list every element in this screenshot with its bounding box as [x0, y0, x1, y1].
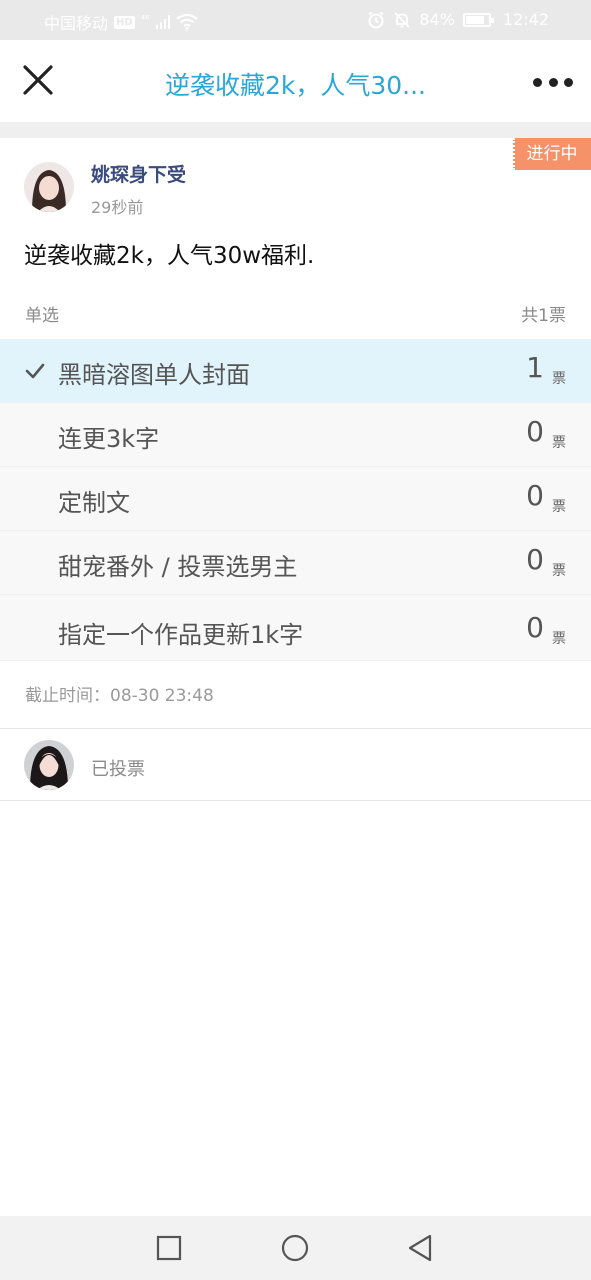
app-header: 逆袭收藏2k，人气30...: [0, 40, 591, 122]
clock: 12:42: [502, 10, 549, 29]
close-icon: [23, 65, 53, 95]
circle-icon: [281, 1234, 309, 1262]
voter-status: 已投票: [91, 759, 145, 780]
home-button[interactable]: [281, 1234, 309, 1262]
square-icon: [156, 1235, 182, 1261]
poll-deadline: 截止时间：08-30 23:48: [25, 686, 214, 706]
check-icon: [25, 363, 45, 379]
close-button[interactable]: [22, 64, 54, 96]
poll-option-label: 指定一个作品更新1k字: [58, 621, 304, 649]
more-dot: [533, 77, 542, 87]
network-type-label: ⁴⁶: [140, 12, 150, 26]
more-dot: [548, 77, 558, 87]
post-time: 29秒前: [91, 198, 144, 217]
page-title: 逆袭收藏2k，人气30...: [164, 71, 427, 100]
poll-status-badge: 进行中: [513, 138, 591, 170]
carrier-label: 中国移动: [44, 14, 109, 33]
poll-option-count: 0: [526, 611, 544, 644]
recent-apps-button[interactable]: [155, 1234, 183, 1262]
vote-unit: 票: [552, 371, 566, 387]
author-avatar[interactable]: [24, 162, 74, 212]
more-dot: [564, 77, 573, 87]
mute-bell-icon: [394, 11, 410, 28]
poll-option-label: 定制文: [58, 489, 130, 517]
signal-icon: [155, 15, 170, 29]
author-name[interactable]: 姚琛身下受: [91, 160, 186, 187]
poll-option-label: 连更3k字: [58, 425, 160, 453]
vote-unit: 票: [552, 631, 566, 647]
system-nav-bar: [0, 1216, 591, 1280]
poll-type-label: 单选: [25, 306, 59, 326]
wifi-icon: [175, 14, 198, 30]
poll-option[interactable]: 连更3k字 0 票: [0, 403, 591, 467]
poll-option-count: 0: [526, 543, 544, 576]
section-separator: [0, 122, 591, 138]
poll-options-list: 黑暗溶图单人封面 1 票 连更3k字 0 票 定制文 0 票 甜宠番外 / 投票…: [0, 339, 591, 661]
poll-option[interactable]: 黑暗溶图单人封面 1 票: [0, 339, 591, 403]
divider: [0, 728, 591, 729]
vote-unit: 票: [552, 499, 566, 515]
poll-option-count: 0: [526, 479, 544, 512]
vote-unit: 票: [552, 563, 566, 579]
back-button[interactable]: [406, 1234, 434, 1262]
poll-option-count: 1: [526, 351, 544, 384]
poll-option-count: 0: [526, 415, 544, 448]
status-bar: 中国移动 HD ⁴⁶ 84% 12:42: [0, 0, 591, 40]
poll-option-label: 黑暗溶图单人封面: [58, 361, 250, 389]
divider: [0, 800, 591, 801]
more-button[interactable]: [533, 76, 573, 88]
poll-total-votes: 共1票: [521, 306, 566, 326]
poll-option[interactable]: 定制文 0 票: [0, 467, 591, 531]
hd-icon: HD: [114, 15, 135, 29]
voter-avatar[interactable]: [24, 740, 74, 790]
alarm-icon: [368, 11, 384, 28]
poll-option-label: 甜宠番外 / 投票选男主: [58, 553, 298, 581]
poll-option[interactable]: 甜宠番外 / 投票选男主 0 票: [0, 531, 591, 595]
vote-unit: 票: [552, 435, 566, 451]
poll-question: 逆袭收藏2k，人气30w福利.: [24, 243, 315, 269]
triangle-back-icon: [408, 1234, 432, 1262]
poll-option[interactable]: 指定一个作品更新1k字 0 票: [0, 595, 591, 661]
battery-icon: [462, 12, 494, 27]
battery-percent: 84%: [419, 10, 455, 29]
